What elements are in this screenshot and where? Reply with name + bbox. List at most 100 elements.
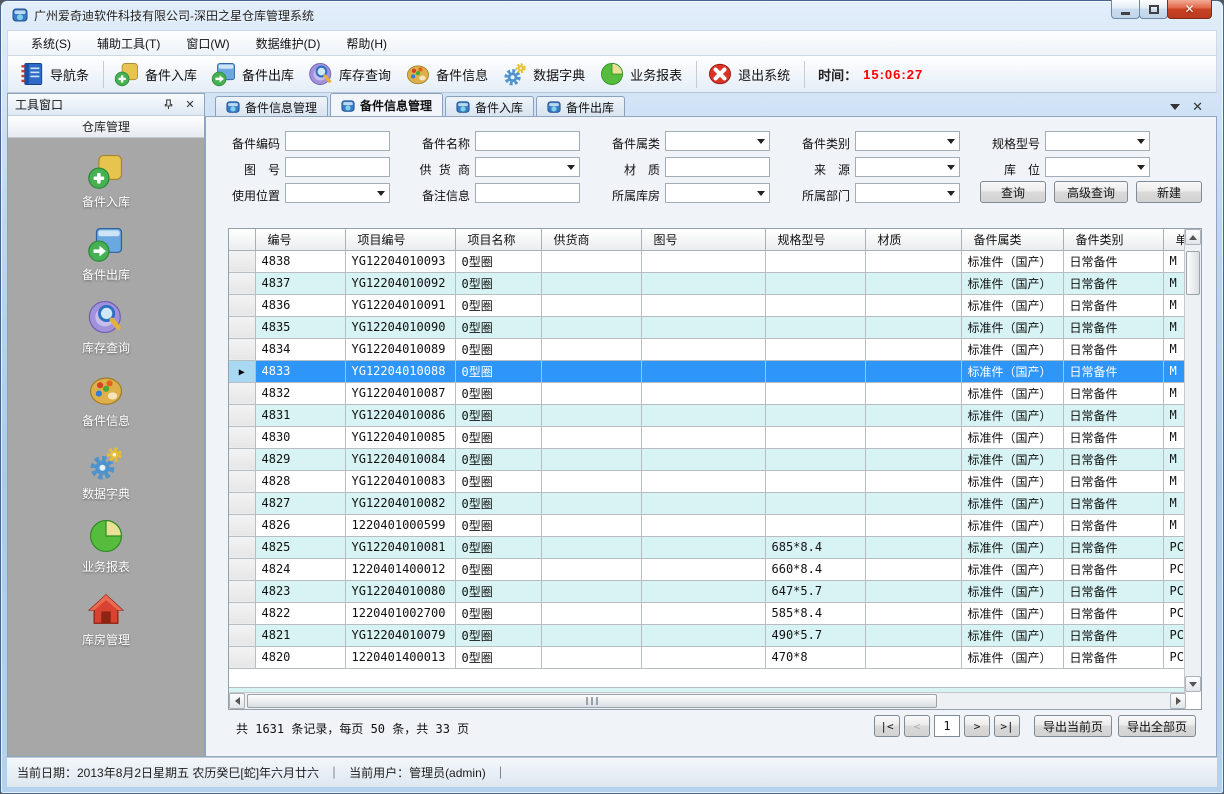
col-unit[interactable]: 单位 [1163,229,1186,250]
menu-data-maintenance[interactable]: 数据维护(D) [243,30,334,57]
export-all-pages-button[interactable]: 导出全部页 [1118,715,1196,737]
advanced-query-button[interactable]: 高级查询 [1054,181,1128,203]
tab-parts-in[interactable]: 备件入库 [445,96,534,117]
part-code-input[interactable] [285,131,390,151]
menu-window[interactable]: 窗口(W) [173,30,242,57]
dropdown-arrow-icon[interactable] [1133,158,1149,176]
maximize-button[interactable] [1139,0,1168,19]
toolbar-stock-query[interactable]: 库存查询 [303,58,400,90]
col-project-name[interactable]: 项目名称 [455,229,541,250]
toolbar-data-dict[interactable]: 数据字典 [497,58,594,90]
table-row[interactable]: ▶ 4826 1220401000599 0型圈 标准件（国产） 日常备件 [229,514,1186,536]
toolbar-parts-out[interactable]: 备件出库 [206,58,303,90]
toolbar-parts-in[interactable]: 备件入库 [109,58,206,90]
table-row[interactable]: ▶ 4832 YG12204010087 0型圈 标准件（国产） 日常备件 [229,382,1186,404]
table-row[interactable]: ▶ 4822 1220401002700 0型圈 585*8.4 标准件（国产）… [229,602,1186,624]
vertical-scroll-thumb[interactable] [1186,251,1200,295]
scroll-right-icon[interactable] [1170,693,1186,709]
export-current-page-button[interactable]: 导出当前页 [1034,715,1112,737]
scroll-left-icon[interactable] [229,693,245,709]
prev-page-button[interactable]: < [904,715,930,737]
dropdown-arrow-icon[interactable] [373,184,389,202]
source-select[interactable] [855,157,960,177]
current-page-input[interactable]: 1 [934,715,960,737]
col-spec[interactable]: 规格型号 [765,229,865,250]
col-part-type[interactable]: 备件类别 [1063,229,1163,250]
table-row[interactable]: ▶ 4831 YG12204010086 0型圈 标准件（国产） 日常备件 [229,404,1186,426]
col-drawing-no[interactable]: 图号 [641,229,765,250]
sidebar-item-parts-info[interactable]: 备件信息 [82,371,130,429]
toolbar-exit[interactable]: 退出系统 [702,58,799,90]
table-row[interactable]: ▶ 4829 YG12204010084 0型圈 标准件（国产） 日常备件 [229,448,1186,470]
new-button[interactable]: 新建 [1136,181,1202,203]
last-page-button[interactable]: >| [994,715,1020,737]
sidebar-close-icon[interactable]: ✕ [183,98,197,112]
dropdown-arrow-icon[interactable] [943,184,959,202]
table-row[interactable]: ▶ 4825 YG12204010081 0型圈 685*8.4 标准件（国产）… [229,536,1186,558]
table-row[interactable]: ▶ 4838 YG12204010093 0型圈 标准件（国产） 日常备件 [229,250,1186,272]
part-type-select[interactable] [855,131,960,151]
pin-icon[interactable] [161,98,175,112]
drawing-no-input[interactable] [285,157,390,177]
tab-parts-out[interactable]: 备件出库 [536,96,625,117]
horizontal-scroll-thumb[interactable] [247,694,937,708]
sidebar-item-parts-in[interactable]: 备件入库 [82,152,130,210]
sidebar-item-warehouse-mgmt[interactable]: 库房管理 [82,590,130,648]
scroll-down-icon[interactable] [1185,676,1201,692]
col-material[interactable]: 材质 [865,229,961,250]
warehouse-select[interactable] [665,183,770,203]
table-row[interactable]: ▶ 4821 YG12204010079 0型圈 490*5.7 标准件（国产）… [229,624,1186,646]
tab-parts-info-mgmt-1[interactable]: 备件信息管理 [215,96,328,117]
table-row[interactable]: ▶ 4835 YG12204010090 0型圈 标准件（国产） 日常备件 [229,316,1186,338]
toolbar-parts-info[interactable]: 备件信息 [400,58,497,90]
location-select[interactable] [1045,157,1150,177]
toolbar-report[interactable]: 业务报表 [594,58,691,90]
col-supplier[interactable]: 供货商 [541,229,641,250]
col-no[interactable]: 编号 [255,229,345,250]
table-row[interactable]: ▶ 4836 YG12204010091 0型圈 标准件（国产） 日常备件 [229,294,1186,316]
table-row[interactable]: ▶ 4834 YG12204010089 0型圈 标准件（国产） 日常备件 [229,338,1186,360]
first-page-button[interactable]: |< [874,715,900,737]
table-row[interactable]: ▶ 4830 YG12204010085 0型圈 标准件（国产） 日常备件 [229,426,1186,448]
spec-model-select[interactable] [1045,131,1150,151]
table-row[interactable]: ▶ 4827 YG12204010082 0型圈 标准件（国产） 日常备件 [229,492,1186,514]
tab-close-icon[interactable]: ✕ [1192,102,1203,112]
dropdown-arrow-icon[interactable] [563,158,579,176]
close-button[interactable]: ✕ [1167,0,1212,19]
table-row[interactable]: ▶ 4828 YG12204010083 0型圈 标准件（国产） 日常备件 [229,470,1186,492]
sidebar-item-report[interactable]: 业务报表 [82,517,130,575]
menu-tools[interactable]: 辅助工具(T) [84,30,173,57]
table-row[interactable]: ▶ 4820 1220401400013 0型圈 470*8 标准件（国产） 日… [229,646,1186,668]
scroll-up-icon[interactable] [1185,229,1201,245]
department-select[interactable] [855,183,960,203]
supplier-select[interactable] [475,157,580,177]
query-button[interactable]: 查询 [980,181,1046,203]
remark-input[interactable] [475,183,580,203]
menu-system[interactable]: 系统(S) [18,30,84,57]
sidebar-item-parts-out[interactable]: 备件出库 [82,225,130,283]
tab-list-dropdown-icon[interactable] [1170,104,1180,110]
col-part-attr[interactable]: 备件属类 [961,229,1063,250]
dropdown-arrow-icon[interactable] [1133,132,1149,150]
material-input[interactable] [665,157,770,177]
use-position-select[interactable] [285,183,390,203]
table-row[interactable]: ▶ 4837 YG12204010092 0型圈 标准件（国产） 日常备件 [229,272,1186,294]
vertical-scrollbar[interactable] [1184,229,1201,692]
table-row[interactable]: ▶ 4823 YG12204010080 0型圈 647*5.7 标准件（国产）… [229,580,1186,602]
sidebar-item-data-dict[interactable]: 数据字典 [82,444,130,502]
menu-help[interactable]: 帮助(H) [333,30,400,57]
toolbar-navigator[interactable]: 导航条 [14,58,98,90]
minimize-button[interactable] [1111,0,1140,19]
sidebar-item-stock-query[interactable]: 库存查询 [82,298,130,356]
col-project-no[interactable]: 项目编号 [345,229,455,250]
dropdown-arrow-icon[interactable] [943,132,959,150]
part-name-input[interactable] [475,131,580,151]
tab-parts-info-mgmt-2-active[interactable]: 备件信息管理 [330,93,443,117]
table-row[interactable]: ▶ 4824 1220401400012 0型圈 660*8.4 标准件（国产）… [229,558,1186,580]
dropdown-arrow-icon[interactable] [753,132,769,150]
dropdown-arrow-icon[interactable] [753,184,769,202]
table-row[interactable]: ▶ 4833 YG12204010088 0型圈 标准件（国产） 日常备件 [229,360,1186,382]
next-page-button[interactable]: > [964,715,990,737]
horizontal-scrollbar[interactable] [229,692,1186,709]
part-attr-select[interactable] [665,131,770,151]
